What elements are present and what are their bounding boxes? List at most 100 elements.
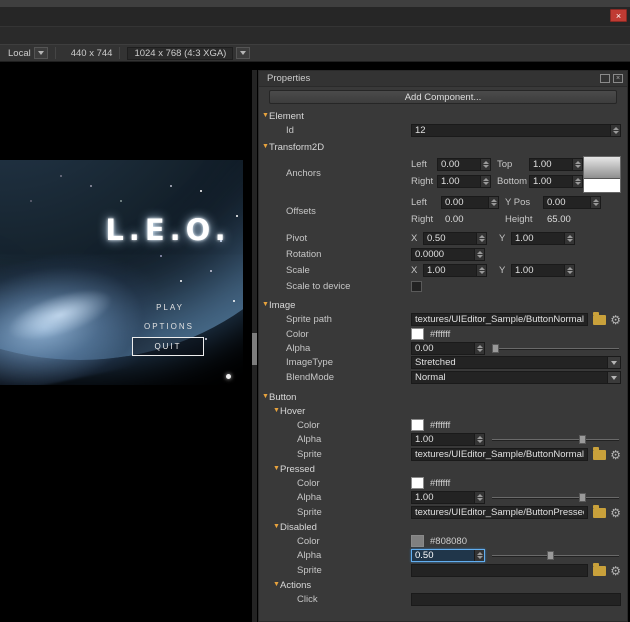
subsection-hover[interactable]: ▼ Hover	[259, 404, 627, 418]
spinner-down-icon[interactable]	[612, 131, 619, 134]
sprite-field[interactable]: textures/UIEditor_Sample/ButtonPressed.t…	[411, 506, 589, 519]
collapse-arrow-icon[interactable]: ▼	[270, 581, 280, 589]
numeric-spinner[interactable]	[564, 264, 574, 276]
numeric-spinner[interactable]	[564, 232, 574, 244]
close-panel-icon[interactable]: ×	[613, 74, 623, 83]
spinner-down-icon[interactable]	[574, 182, 581, 185]
spinner-down-icon[interactable]	[476, 348, 483, 352]
alpha-slider[interactable]	[492, 549, 621, 562]
spinner-up-icon[interactable]	[566, 234, 573, 238]
subsection-pressed[interactable]: ▼ Pressed	[259, 462, 627, 476]
browse-folder-icon[interactable]	[593, 504, 607, 518]
alpha-slider[interactable]	[492, 491, 621, 504]
float-panel-icon[interactable]	[600, 74, 610, 83]
color-swatch[interactable]	[411, 477, 424, 489]
rotation-field[interactable]: 0.0000	[411, 247, 485, 261]
numeric-spinner[interactable]	[610, 125, 620, 136]
slider-track[interactable]	[492, 497, 619, 498]
panel-scrollbar[interactable]	[252, 70, 257, 622]
spinner-down-icon[interactable]	[478, 238, 485, 242]
spinner-down-icon[interactable]	[482, 165, 489, 168]
offset-ypos-field[interactable]: 0.00	[543, 196, 601, 209]
spinner-down-icon[interactable]	[476, 440, 483, 443]
anchor-bottom-field[interactable]: 1.00	[529, 175, 583, 188]
alpha-field[interactable]: 1.00	[411, 491, 485, 504]
numeric-spinner[interactable]	[474, 342, 484, 354]
quit-button-element[interactable]: QUIT	[132, 337, 204, 356]
numeric-spinner[interactable]	[476, 232, 486, 244]
dropdown-button[interactable]	[607, 372, 620, 383]
offset-right-value[interactable]: 0.00	[441, 214, 499, 225]
numeric-spinner[interactable]	[572, 176, 582, 187]
game-canvas-preview[interactable]: L.E.O. PLAY OPTIONS QUIT	[0, 160, 243, 385]
numeric-spinner[interactable]	[480, 176, 490, 187]
subsection-actions[interactable]: ▼ Actions	[259, 578, 627, 592]
anchor-right-field[interactable]: 1.00	[437, 175, 491, 188]
section-button[interactable]: ▼ Button	[259, 390, 627, 404]
numeric-spinner[interactable]	[474, 434, 484, 445]
spinner-down-icon[interactable]	[574, 165, 581, 168]
spinner-down-icon[interactable]	[476, 254, 483, 258]
slider-track[interactable]	[492, 439, 619, 440]
spinner-up-icon[interactable]	[592, 199, 599, 202]
subsection-disabled[interactable]: ▼ Disabled	[259, 520, 627, 534]
collapse-arrow-icon[interactable]: ▼	[259, 112, 269, 120]
collapse-arrow-icon[interactable]: ▼	[259, 393, 269, 401]
spinner-up-icon[interactable]	[574, 161, 581, 164]
spinner-down-icon[interactable]	[476, 498, 483, 501]
dropdown-button[interactable]	[607, 357, 620, 368]
spinner-down-icon[interactable]	[478, 270, 485, 274]
spinner-up-icon[interactable]	[476, 552, 483, 555]
offset-left-field[interactable]: 0.00	[441, 196, 499, 209]
alpha-slider[interactable]	[491, 342, 621, 355]
color-swatch[interactable]	[411, 419, 424, 431]
color-swatch[interactable]	[411, 328, 424, 340]
slider-track[interactable]	[492, 555, 619, 556]
collapse-arrow-icon[interactable]: ▼	[270, 465, 280, 473]
section-element[interactable]: ▼ Element	[259, 109, 627, 123]
alpha-field-focused[interactable]: 0.50	[411, 549, 485, 562]
numeric-spinner[interactable]	[488, 197, 498, 208]
spinner-up-icon[interactable]	[478, 234, 485, 238]
spinner-up-icon[interactable]	[482, 161, 489, 164]
anchor-left-field[interactable]: 0.00	[437, 158, 491, 171]
window-close-button[interactable]: ×	[610, 9, 627, 22]
spinner-down-icon[interactable]	[566, 270, 573, 274]
spinner-up-icon[interactable]	[574, 178, 581, 181]
alpha-field[interactable]: 0.00	[411, 341, 485, 355]
alpha-field[interactable]: 1.00	[411, 433, 485, 446]
options-menu-item[interactable]: OPTIONS	[144, 322, 194, 331]
spinner-down-icon[interactable]	[490, 203, 497, 206]
offset-height-value[interactable]: 65.00	[543, 214, 601, 225]
settings-gear-icon[interactable]: ⚙	[610, 314, 621, 326]
slider-knob[interactable]	[547, 551, 555, 560]
browse-folder-icon[interactable]	[593, 446, 607, 460]
numeric-spinner[interactable]	[572, 159, 582, 170]
numeric-spinner[interactable]	[474, 248, 484, 260]
image-type-dropdown[interactable]: Stretched	[411, 356, 621, 369]
collapse-arrow-icon[interactable]: ▼	[270, 523, 280, 531]
alpha-slider[interactable]	[492, 433, 621, 446]
scale-x-field[interactable]: 1.00	[423, 263, 487, 277]
collapse-arrow-icon[interactable]: ▼	[259, 301, 269, 309]
spinner-up-icon[interactable]	[476, 250, 483, 254]
browse-folder-icon[interactable]	[593, 311, 607, 325]
spinner-down-icon[interactable]	[476, 556, 483, 559]
slider-knob[interactable]	[579, 493, 587, 502]
spinner-up-icon[interactable]	[566, 266, 573, 270]
settings-gear-icon[interactable]: ⚙	[610, 507, 621, 519]
spinner-down-icon[interactable]	[566, 238, 573, 242]
spinner-up-icon[interactable]	[478, 266, 485, 270]
resolution-dropdown[interactable]	[236, 47, 251, 59]
coord-space-dropdown[interactable]	[33, 47, 48, 59]
slider-knob[interactable]	[491, 343, 499, 353]
numeric-spinner[interactable]	[590, 197, 600, 208]
pivot-y-field[interactable]: 1.00	[511, 231, 575, 245]
settings-gear-icon[interactable]: ⚙	[610, 565, 621, 577]
spinner-up-icon[interactable]	[482, 178, 489, 181]
spinner-up-icon[interactable]	[476, 494, 483, 497]
sprite-path-field[interactable]: textures/UIEditor_Sample/ButtonNormal.ti…	[411, 313, 589, 326]
spinner-up-icon[interactable]	[490, 199, 497, 202]
add-component-button[interactable]: Add Component...	[269, 90, 617, 104]
spinner-up-icon[interactable]	[476, 436, 483, 439]
